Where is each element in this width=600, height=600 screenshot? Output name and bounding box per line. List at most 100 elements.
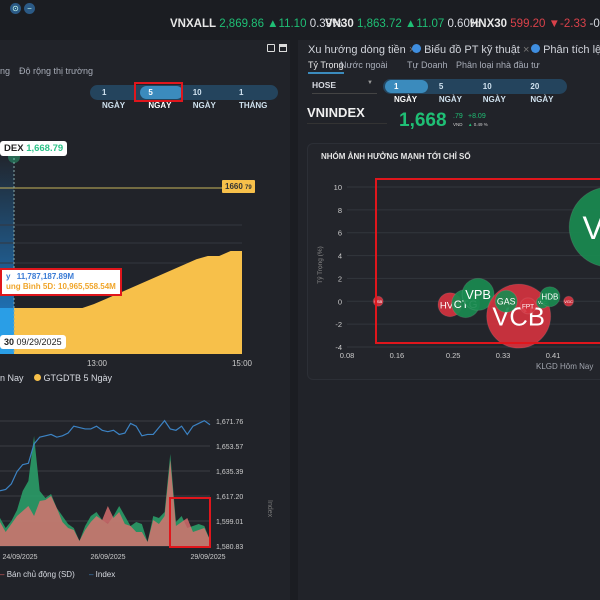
x-tick: 29/09/2025 xyxy=(190,554,225,561)
period-1m[interactable]: 1 THÁNG xyxy=(231,86,278,110)
ticker-hnx30[interactable]: HNX30 599.20 ▼-2.33 -0.39% xyxy=(470,18,600,30)
legend-index-marker: – xyxy=(88,570,94,579)
ticker-value: 1,863.72 xyxy=(356,18,402,30)
y-tick: -2 xyxy=(335,320,342,329)
top-bar: ⊙ − VNXALL 2,869.86 ▲11.10 0.39% VN30 1,… xyxy=(0,0,600,36)
x-tick: 0.08 xyxy=(340,351,355,360)
flow-chart: 1,671.76 1,653.57 1,635.39 1,617.20 1,599.01… xyxy=(0,419,273,561)
ticker-change: ▲11.07 xyxy=(404,18,445,30)
ref-value: 1660 xyxy=(225,182,243,191)
index-unit: VND xyxy=(453,122,463,127)
legend-today[interactable]: n Nay xyxy=(0,373,24,383)
legend-sd-marker: – xyxy=(0,570,5,579)
tab-order-analysis[interactable]: Phân tích lện xyxy=(531,44,600,56)
x-tick: 0.33 xyxy=(496,351,511,360)
intraday-legend: n Nay GTGDTB 5 Ngày xyxy=(0,373,112,383)
index-change-block: +8.09 ▲ 0.49 % xyxy=(468,113,488,129)
legend-sell[interactable]: Bán chủ động (SD) xyxy=(7,570,75,579)
tip-label: ung Bình 5D: xyxy=(6,282,56,291)
subtab-investor-type[interactable]: Phân loại nhà đầu tư xyxy=(456,60,540,70)
period-5d[interactable]: 5 NGÀY xyxy=(431,80,472,104)
highlight-box xyxy=(169,497,211,548)
y-axis-label: Index xyxy=(266,500,273,518)
period-10d[interactable]: 10 NGÀY xyxy=(185,86,231,110)
tip-label: DEX xyxy=(4,143,24,154)
time-tooltip: 30 09/29/2025 xyxy=(0,335,66,349)
legend-dot xyxy=(34,374,42,381)
close-icon[interactable]: × xyxy=(523,44,529,56)
tab-market-breadth[interactable]: Độ rộng thị trường xyxy=(19,66,93,76)
ticker-pct: -0.39% xyxy=(589,18,600,30)
ticker-name: HNX30 xyxy=(470,18,508,30)
y-tick: 4 xyxy=(338,252,342,261)
ticker-value: 2,869.86 xyxy=(219,18,264,30)
y-tick: 1,580.83 xyxy=(216,544,243,551)
tip-date: 09/29/2025 xyxy=(16,337,62,347)
period-1d[interactable]: 1 NGÀY xyxy=(385,80,428,104)
y-tick: 8 xyxy=(338,206,342,215)
tip-avg-value: 10,965,558.54M xyxy=(58,282,116,291)
tip-label: 30 xyxy=(4,337,15,347)
tab-label: Phân tích lện xyxy=(543,44,600,56)
tab-label: Biểu đồ PT kỹ thuật xyxy=(424,44,520,56)
chevron-down-icon: ▼ xyxy=(367,80,373,86)
reference-label: 1660 79 xyxy=(222,180,255,193)
subtab-foreign[interactable]: Nước ngoài xyxy=(340,60,387,70)
ticker-name: VN30 xyxy=(325,18,354,30)
subtab-proprietary[interactable]: Tự Doanh xyxy=(407,60,448,70)
tab-technical[interactable]: Biểu đồ PT kỹ thuật × xyxy=(412,44,529,56)
popout-icon[interactable] xyxy=(267,44,275,52)
minus-icon[interactable]: − xyxy=(24,3,35,14)
index-tooltip: DEX 1,668.79 xyxy=(0,141,68,156)
index-pct: 0.49 % xyxy=(473,122,488,127)
period-20d[interactable]: 20 NGÀY xyxy=(522,80,567,104)
index-change: +8.09 xyxy=(468,113,486,120)
index-decimal: .79 xyxy=(453,113,463,120)
highlight-box xyxy=(134,82,183,102)
exchange-select[interactable]: HOSE ▼ xyxy=(312,80,377,94)
x-tick: 15:00 xyxy=(232,359,253,368)
highlight-box xyxy=(375,178,600,344)
period-1d[interactable]: 1 NGÀY xyxy=(94,86,136,110)
index-value: 1,668 xyxy=(399,110,447,131)
y-tick: 0 xyxy=(338,297,342,306)
x-tick: 0.41 xyxy=(546,351,561,360)
right-period-group: 1 NGÀY 5 NGÀY 10 NGÀY 20 NGÀY xyxy=(383,79,567,104)
ticker-change: ▼-2.33 xyxy=(548,18,587,30)
tab-money-flow[interactable]: Xu hướng dòng tiền × xyxy=(308,44,415,56)
maximize-icon[interactable] xyxy=(279,44,287,52)
x-tick: 0.25 xyxy=(446,351,461,360)
exchange-value: HOSE xyxy=(312,80,337,90)
tip-label: y xyxy=(6,272,11,281)
flow-legend: – Bán chủ động (SD) – Index xyxy=(0,570,115,579)
chart-icon xyxy=(412,44,421,53)
legend-index[interactable]: Index xyxy=(96,570,116,579)
chart-icon xyxy=(531,44,540,53)
value-tooltip: y 11,787,187.89M ung Bình 5D: 10,965,558… xyxy=(0,268,122,296)
x-tick: 13:00 xyxy=(87,359,108,368)
left-period-group: 1 NGÀY 5 NGÀY 10 NGÀY 1 THÁNG xyxy=(90,85,278,110)
ticker-value: 599.20 xyxy=(510,18,546,30)
tab-partial[interactable]: ng xyxy=(0,66,10,76)
ticker-change: ▲11.10 xyxy=(267,18,307,30)
y-tick: 2 xyxy=(338,274,342,283)
x-tick: 24/09/2025 xyxy=(2,554,37,561)
ticker-vnxall[interactable]: VNXALL 2,869.86 ▲11.10 0.39% xyxy=(170,18,342,30)
legend-5d-avg[interactable]: GTGDTB 5 Ngày xyxy=(44,373,113,383)
y-tick: 1,635.39 xyxy=(216,469,243,476)
y-tick: 1,599.01 xyxy=(216,519,243,526)
x-tick: 26/09/2025 xyxy=(90,554,125,561)
subtab-weight[interactable]: Tỷ Trọng xyxy=(308,60,344,74)
period-10d[interactable]: 10 NGÀY xyxy=(475,80,520,104)
ref-value-small: 79 xyxy=(245,185,252,191)
up-arrow-icon: ▲ xyxy=(468,122,473,127)
chart-title: NHÓM ẢNH HƯỞNG MẠNH TỚI CHỈ SỐ xyxy=(321,152,471,161)
ticker-vn30[interactable]: VN30 1,863.72 ▲11.07 0.60% xyxy=(325,18,480,30)
tip-today-value: 11,787,187.89M xyxy=(16,272,75,281)
y-tick: 6 xyxy=(338,229,342,238)
tip-value: 1,668.79 xyxy=(26,143,64,154)
y-axis-label: Tỷ Trọng (%) xyxy=(317,246,324,284)
y-tick: 1,653.57 xyxy=(216,444,243,451)
settings-icon[interactable]: ⊙ xyxy=(10,3,21,14)
tab-label: Xu hướng dòng tiền xyxy=(308,44,406,56)
